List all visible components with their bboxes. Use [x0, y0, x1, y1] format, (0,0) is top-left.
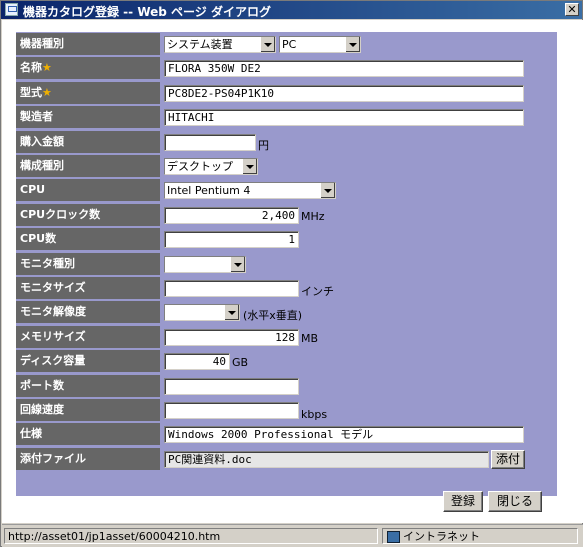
- line-speed-input[interactable]: [164, 402, 299, 419]
- field-label: 仕様: [16, 423, 160, 446]
- intranet-zone-icon: [387, 531, 400, 543]
- unit-label: MB: [301, 331, 319, 345]
- field-label: 機器種別: [16, 33, 160, 55]
- field-label: 構成種別: [16, 155, 160, 177]
- memory-size-input[interactable]: 128: [164, 328, 299, 346]
- field-label: モニタ種別: [16, 252, 160, 275]
- form-row-port-count: ポート数: [16, 374, 557, 397]
- dialog-window: 機器カタログ登録 -- Web ページ ダイアログ ✕ 機器種別 システム装置 …: [0, 0, 583, 547]
- select-value: デスクトップ: [167, 160, 233, 173]
- field-label: メモリサイズ: [16, 325, 160, 348]
- dialog-content: 機器種別 システム装置 PC 名称★ FLORA 350W DE2 型式★ PC…: [2, 20, 583, 523]
- unit-label: インチ: [301, 285, 334, 298]
- select-value: Intel Pentium 4: [167, 184, 251, 198]
- field-label: CPU数: [16, 228, 160, 251]
- chevron-down-icon: [345, 37, 360, 52]
- form-row-cpu: CPU Intel Pentium 4: [16, 178, 557, 202]
- field-label: 回線速度: [16, 399, 160, 421]
- form-row-purchase-price: 購入金額 円: [16, 130, 557, 153]
- config-type-select[interactable]: デスクトップ: [164, 158, 258, 175]
- form-row-model: 型式★ PC8DE2-PS04P1K10: [16, 81, 557, 104]
- form-row-spec: 仕様 Windows 2000 Professional モデル: [16, 422, 557, 446]
- unit-label: (水平x垂直): [243, 309, 303, 323]
- cpu-select[interactable]: Intel Pentium 4: [164, 182, 336, 200]
- form-row-disk-capacity: ディスク容量 40 GB: [16, 349, 557, 373]
- chevron-down-icon: [224, 305, 239, 321]
- field-label: モニタサイズ: [16, 277, 160, 299]
- form-row-monitor-type: モニタ種別: [16, 252, 557, 275]
- form-row-monitor-resolution: モニタ解像度 (水平x垂直): [16, 300, 557, 324]
- field-label: モニタ解像度: [16, 301, 160, 324]
- required-star-icon: ★: [42, 85, 52, 99]
- monitor-resolution-select[interactable]: [164, 304, 240, 322]
- required-star-icon: ★: [42, 61, 52, 75]
- form-row-config-type: 構成種別 デスクトップ: [16, 154, 557, 177]
- field-label-text: 名称: [20, 61, 42, 75]
- window-icon: [5, 3, 18, 16]
- field-label: 型式★: [16, 81, 160, 104]
- field-label: 製造者: [16, 106, 160, 129]
- form-row-name: 名称★ FLORA 350W DE2: [16, 56, 557, 80]
- form-row-monitor-size: モニタサイズ インチ: [16, 276, 557, 299]
- attach-button[interactable]: 添付: [491, 449, 525, 469]
- purchase-price-input[interactable]: [164, 133, 256, 151]
- port-count-input[interactable]: [164, 377, 299, 395]
- field-label: CPU: [16, 179, 160, 202]
- unit-label: kbps: [301, 408, 328, 421]
- unit-label: 円: [258, 138, 269, 152]
- window-title: 機器カタログ登録 -- Web ページ ダイアログ: [23, 5, 271, 19]
- form-row-attachment: 添付ファイル PC関連資料.doc 添付: [16, 447, 557, 470]
- field-label-text: 型式: [20, 85, 42, 99]
- select-value: PC: [282, 38, 297, 51]
- status-url: http://asset01/jp1asset/60004210.htm: [4, 528, 378, 544]
- chevron-down-icon: [242, 159, 257, 174]
- field-label: 名称★: [16, 57, 160, 80]
- close-button[interactable]: 閉じる: [488, 491, 542, 512]
- register-button[interactable]: 登録: [443, 491, 483, 512]
- form-row-line-speed: 回線速度 kbps: [16, 398, 557, 421]
- select-value: システム装置: [167, 38, 233, 51]
- spec-input[interactable]: Windows 2000 Professional モデル: [164, 426, 524, 444]
- field-label: 購入金額: [16, 130, 160, 153]
- field-label: 添付ファイル: [16, 447, 160, 470]
- monitor-type-select[interactable]: [164, 255, 246, 273]
- device-type-select[interactable]: システム装置: [164, 36, 276, 53]
- form-row-cpu-count: CPU数 1: [16, 227, 557, 251]
- monitor-size-input[interactable]: [164, 280, 299, 297]
- chevron-down-icon: [320, 183, 335, 199]
- cpu-clock-input[interactable]: 2,400: [164, 206, 299, 224]
- unit-label: MHz: [301, 209, 325, 223]
- field-label: CPUクロック数: [16, 203, 160, 226]
- model-input[interactable]: PC8DE2-PS04P1K10: [164, 84, 524, 102]
- manufacturer-input[interactable]: HITACHI: [164, 109, 524, 127]
- form-row-memory-size: メモリサイズ 128 MB: [16, 325, 557, 348]
- attachment-file-input[interactable]: PC関連資料.doc: [164, 450, 489, 468]
- unit-label: GB: [232, 356, 249, 370]
- chevron-down-icon: [230, 256, 245, 272]
- cpu-count-input[interactable]: 1: [164, 231, 299, 249]
- status-bar: http://asset01/jp1asset/60004210.htm イント…: [2, 524, 583, 547]
- form-row-cpu-clock: CPUクロック数 2,400 MHz: [16, 203, 557, 226]
- device-subtype-select[interactable]: PC: [279, 36, 361, 53]
- form-row-device-type: 機器種別 システム装置 PC: [16, 32, 557, 55]
- name-input[interactable]: FLORA 350W DE2: [164, 60, 524, 78]
- catalog-form: 機器種別 システム装置 PC 名称★ FLORA 350W DE2 型式★ PC…: [16, 32, 557, 496]
- chevron-down-icon: [260, 37, 275, 52]
- field-label: ポート数: [16, 374, 160, 397]
- disk-capacity-input[interactable]: 40: [164, 353, 230, 371]
- security-zone: イントラネット: [382, 528, 578, 544]
- title-bar: 機器カタログ登録 -- Web ページ ダイアログ ✕: [1, 1, 582, 19]
- close-window-button[interactable]: ✕: [565, 3, 579, 16]
- zone-label: イントラネット: [403, 530, 480, 543]
- field-label: ディスク容量: [16, 350, 160, 373]
- form-row-manufacturer: 製造者 HITACHI: [16, 105, 557, 129]
